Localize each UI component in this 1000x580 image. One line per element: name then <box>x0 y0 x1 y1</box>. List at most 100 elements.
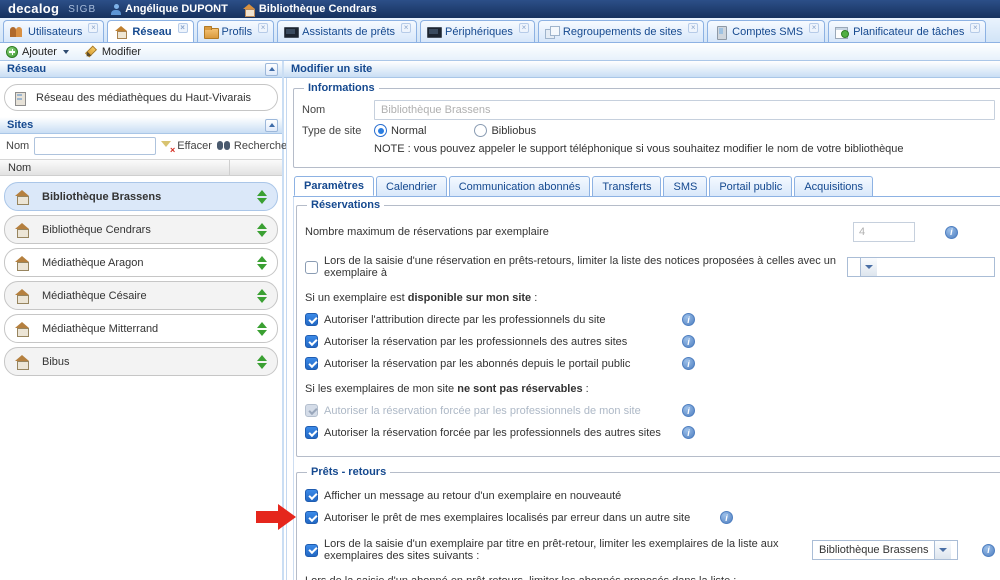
disponible-section-label: Si un exemplaire est disponible sur mon … <box>305 292 995 304</box>
subtab-acquisitions[interactable]: Acquisitions <box>794 176 873 196</box>
add-icon <box>6 46 18 58</box>
checkbox-reservation-portail-public[interactable] <box>305 357 318 370</box>
reorder-arrows-icon[interactable] <box>257 355 267 369</box>
add-button[interactable]: Ajouter <box>6 46 69 58</box>
site-row-brassens[interactable]: Bibliothèque Brassens <box>4 182 278 211</box>
site-row-aragon[interactable]: Médiathèque Aragon <box>4 248 278 277</box>
site-name-search-input[interactable] <box>34 137 156 155</box>
close-icon[interactable] <box>88 23 98 33</box>
informations-fieldset: Informations Nom Type de site Normal Bib… <box>293 82 1000 168</box>
radio-normal-label: Normal <box>391 125 426 137</box>
sites-suivants-dropdown[interactable]: Bibliothèque Brassens <box>812 540 958 560</box>
close-icon[interactable] <box>970 23 980 33</box>
tab-assistants-de-prets[interactable]: Assistants de prêts <box>277 20 417 42</box>
tab-label: Utilisateurs <box>28 26 82 38</box>
close-icon[interactable] <box>258 23 268 33</box>
chevron-down-icon <box>63 50 69 54</box>
info-icon[interactable] <box>982 544 995 557</box>
site-row-cendrars[interactable]: Bibliothèque Cendrars <box>4 215 278 244</box>
column-header-nom[interactable]: Nom <box>0 160 230 175</box>
message-nouveaute-label: Afficher un message au retour d'un exemp… <box>324 490 621 502</box>
close-icon[interactable] <box>519 23 529 33</box>
house-icon <box>14 322 30 335</box>
subtab-parametres[interactable]: Paramètres <box>294 176 374 196</box>
max-reservations-field <box>853 222 915 242</box>
collapse-icon[interactable] <box>265 119 278 132</box>
reorder-arrows-icon[interactable] <box>257 256 267 270</box>
reorder-arrows-icon[interactable] <box>257 322 267 336</box>
tab-peripheriques[interactable]: Périphériques <box>420 20 535 42</box>
site-row-mitterrand[interactable]: Médiathèque Mitterrand <box>4 314 278 343</box>
home-icon <box>243 4 255 15</box>
info-icon[interactable] <box>945 226 958 239</box>
close-icon[interactable] <box>688 23 698 33</box>
subtab-communication-abonnes[interactable]: Communication abonnés <box>449 176 591 196</box>
pencil-icon <box>85 45 98 58</box>
checkbox-attribution-directe[interactable] <box>305 313 318 326</box>
subtab-calendrier[interactable]: Calendrier <box>376 176 447 196</box>
tab-reseau[interactable]: Réseau <box>107 20 193 42</box>
house-icon <box>14 256 30 269</box>
checkbox-limit-notices[interactable] <box>305 261 318 274</box>
left-panel: Réseau Réseau des médiathèques du Haut-V… <box>0 61 284 580</box>
reservation-forcee-autres-label: Autoriser la réservation forcée par les … <box>324 427 676 439</box>
sites-list-header: Nom <box>0 159 282 176</box>
tab-label: Regroupements de sites <box>563 26 682 38</box>
subtab-transferts[interactable]: Transferts <box>592 176 661 196</box>
non-reservables-section-label: Si les exemplaires de mon site ne sont p… <box>305 383 995 395</box>
checkbox-reservation-forcee-autres-sites[interactable] <box>305 426 318 439</box>
close-icon[interactable] <box>809 23 819 33</box>
site-row-bibus[interactable]: Bibus <box>4 347 278 376</box>
radio-bibliobus[interactable] <box>474 124 487 137</box>
edit-site-form: Informations Nom Type de site Normal Bib… <box>286 78 1000 580</box>
site-name: Bibus <box>42 356 70 368</box>
radio-normal[interactable] <box>374 124 387 137</box>
checkbox-message-nouveaute[interactable] <box>305 489 318 502</box>
main-panel-header: Modifier un site <box>284 61 1000 78</box>
abonne-filter-intro-label: Lors de la saisie d'un abonné en prêt-re… <box>305 575 995 580</box>
checkbox-pret-erreur-autre-site[interactable] <box>305 511 318 524</box>
reorder-arrows-icon[interactable] <box>257 190 267 204</box>
info-icon[interactable] <box>720 511 733 524</box>
subtab-portail-public[interactable]: Portail public <box>709 176 792 196</box>
info-icon[interactable] <box>682 404 695 417</box>
info-icon[interactable] <box>682 335 695 348</box>
prets-retours-legend: Prêts - retours <box>307 466 390 478</box>
building-icon <box>14 92 27 104</box>
binoculars-icon <box>217 141 230 151</box>
reservation-pros-autres-label: Autoriser la réservation par les profess… <box>324 336 676 348</box>
tab-planificateur-de-taches[interactable]: Planificateur de tâches <box>828 20 986 42</box>
reorder-arrows-icon[interactable] <box>257 289 267 303</box>
app-window: decalog SIGB Angélique DUPONT Bibliothèq… <box>0 0 1000 580</box>
tab-regroupements-de-sites[interactable]: Regroupements de sites <box>538 20 704 42</box>
info-icon[interactable] <box>682 313 695 326</box>
parametres-tab-content: Réservations Nombre maximum de réservati… <box>293 197 1000 580</box>
site-name: Médiathèque Mitterrand <box>42 323 158 335</box>
network-item[interactable]: Réseau des médiathèques du Haut-Vivarais <box>4 84 278 111</box>
clear-search-button[interactable]: Effacer <box>161 140 212 152</box>
tab-comptes-sms[interactable]: Comptes SMS <box>707 20 825 42</box>
checkbox-reservation-pros-autres-sites[interactable] <box>305 335 318 348</box>
sites-search-row: Nom Effacer Rechercher <box>0 134 282 159</box>
chevron-down-icon <box>934 541 951 559</box>
reservation-portail-label: Autoriser la réservation par les abonnés… <box>324 358 676 370</box>
info-icon[interactable] <box>682 426 695 439</box>
modify-button[interactable]: Modifier <box>85 45 141 58</box>
main-panel: Modifier un site Informations Nom Type d… <box>284 61 1000 580</box>
sites-list: Bibliothèque Brassens Bibliothèque Cendr… <box>0 176 282 580</box>
collapse-icon[interactable] <box>265 63 278 76</box>
tab-profils[interactable]: Profils <box>197 20 275 42</box>
checkbox-limit-exemplaires-sites[interactable] <box>305 544 318 557</box>
home-icon <box>114 26 128 38</box>
info-icon[interactable] <box>682 357 695 370</box>
close-icon[interactable] <box>401 23 411 33</box>
limit-notices-dropdown[interactable] <box>847 257 995 277</box>
search-button[interactable]: Rechercher <box>217 140 291 152</box>
tab-utilisateurs[interactable]: Utilisateurs <box>3 20 104 42</box>
reorder-arrows-icon[interactable] <box>257 223 267 237</box>
max-reservations-label: Nombre maximum de réservations par exemp… <box>305 226 549 238</box>
reservation-forcee-mon-site-label: Autoriser la réservation forcée par les … <box>324 405 676 417</box>
close-icon[interactable] <box>178 23 188 33</box>
subtab-sms[interactable]: SMS <box>663 176 707 196</box>
site-row-cesaire[interactable]: Médiathèque Césaire <box>4 281 278 310</box>
